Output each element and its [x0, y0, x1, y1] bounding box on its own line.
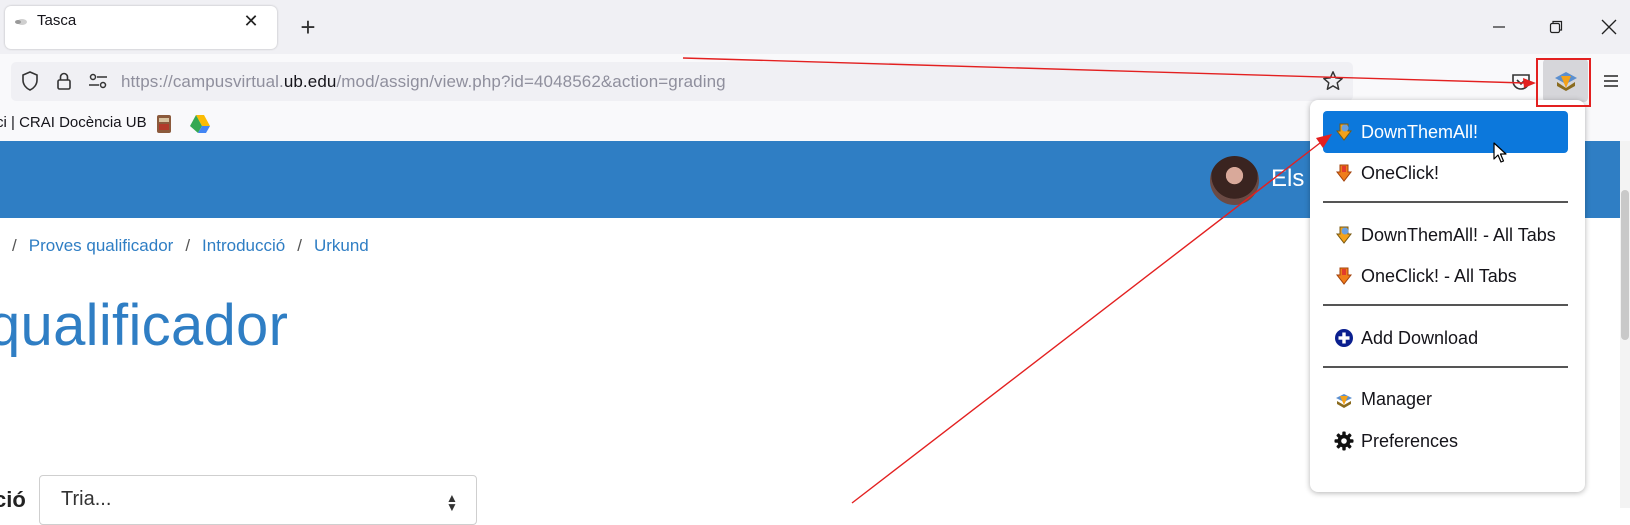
annotation-arrow-diagonal [851, 142, 1321, 504]
annotation-arrowhead-diagonal [1316, 134, 1332, 148]
annotation-arrow-top [682, 57, 1526, 84]
annotation-arrowhead-top [1523, 78, 1536, 88]
annotation-arrows [682, 57, 1536, 504]
